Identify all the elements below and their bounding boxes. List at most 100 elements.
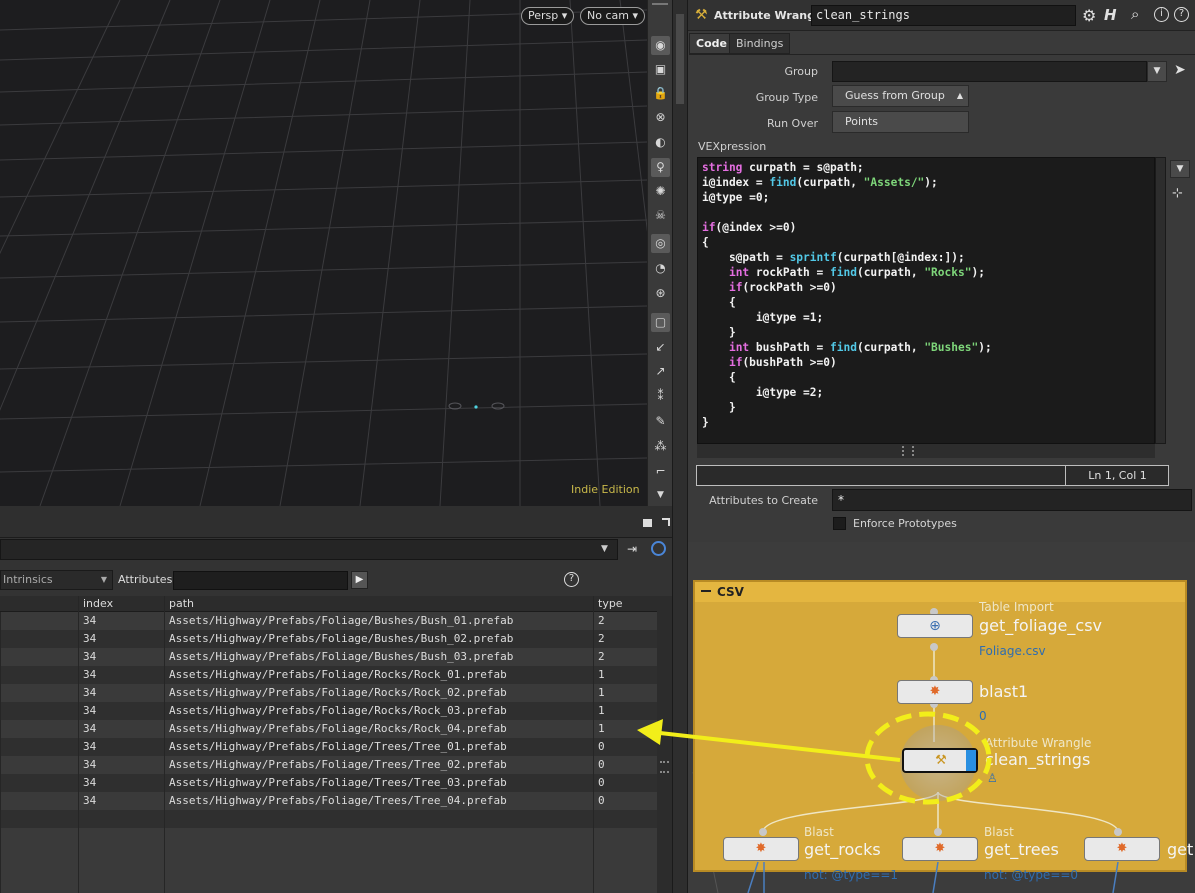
node-group-get-trees: not: @type==0: [984, 868, 1079, 882]
persp-menu-button[interactable]: Persp ▾: [521, 7, 575, 25]
intrinsics-select[interactable]: Intrinsics ▼: [0, 570, 113, 590]
ghost-icon[interactable]: ◎: [651, 234, 670, 253]
skull-icon[interactable]: ☠: [651, 206, 670, 225]
group-field[interactable]: [832, 61, 1147, 82]
code-menu-button[interactable]: ▼: [1170, 160, 1190, 178]
pane-menu-icon[interactable]: [662, 518, 670, 526]
table-row[interactable]: 34 Assets/Highway/Prefabs/Foliage/Bushes/…: [0, 630, 657, 648]
path-dropdown-icon[interactable]: ▼: [601, 544, 608, 554]
table-row[interactable]: 34 Assets/Highway/Prefabs/Foliage/Trees/T…: [0, 738, 657, 756]
code-scrollbar[interactable]: [1155, 157, 1166, 444]
cell-path: Assets/Highway/Prefabs/Foliage/Rocks/Roc…: [164, 684, 593, 702]
headlight-icon[interactable]: ✺: [651, 182, 670, 201]
corner-icon[interactable]: ⌐: [651, 462, 670, 481]
code-hscrollbar[interactable]: [697, 444, 1155, 458]
cell-type: 0: [593, 738, 657, 756]
node-get-rocks[interactable]: ✸: [723, 837, 799, 861]
link-icon[interactable]: [651, 541, 666, 556]
code-status-bar: Ln 1, Col 1: [696, 465, 1169, 486]
close-icon[interactable]: ⊗: [651, 108, 670, 127]
attributes-filter-label: Attributes:: [118, 573, 177, 586]
camera-icon[interactable]: ⊛: [651, 284, 670, 303]
column-header-type[interactable]: type: [593, 596, 657, 612]
node-name-input[interactable]: clean_strings: [811, 5, 1076, 26]
table-row[interactable]: 34 Assets/Highway/Prefabs/Foliage/Trees/T…: [0, 792, 657, 810]
group-type-select[interactable]: Guess from Group ▲: [832, 85, 969, 107]
point-display-icon[interactable]: ▢: [651, 313, 670, 332]
attributes-filter-input[interactable]: [173, 571, 348, 590]
point-numbers-icon[interactable]: ⁑: [651, 387, 670, 406]
scene-viewport[interactable]: Persp ▾ No cam ▾ Indie Edition: [0, 0, 647, 506]
help-icon[interactable]: ?: [564, 572, 579, 587]
node-path-field[interactable]: ▼: [0, 539, 618, 560]
cell-path: Assets/Highway/Prefabs/Foliage/Trees/Tre…: [164, 774, 593, 792]
pin-icon[interactable]: ⇥: [627, 542, 637, 556]
visibility-icon[interactable]: ◔: [651, 259, 670, 278]
pick-icon[interactable]: ↗: [651, 362, 670, 381]
table-row-empty: [0, 810, 657, 828]
blast-icon: ✸: [934, 841, 946, 856]
prim-numbers-icon[interactable]: ⁂: [651, 437, 670, 456]
node-name-get-trees[interactable]: get_trees: [984, 840, 1059, 859]
scroll-down-icon[interactable]: ▼: [651, 486, 670, 505]
attribute-menu-button[interactable]: ▶: [351, 571, 368, 589]
table-row[interactable]: 34 Assets/Highway/Prefabs/Foliage/Rocks/R…: [0, 702, 657, 720]
cursor-select-icon[interactable]: ➤: [1174, 62, 1186, 78]
cell-path: Assets/Highway/Prefabs/Foliage/Rocks/Roc…: [164, 702, 593, 720]
table-row[interactable]: 34 Assets/Highway/Prefabs/Foliage/Rocks/R…: [0, 720, 657, 738]
tab-bindings[interactable]: Bindings: [729, 33, 791, 54]
maximize-icon[interactable]: [643, 519, 652, 527]
enforce-prototypes-checkbox[interactable]: [833, 517, 846, 530]
houdini-help-icon[interactable]: H: [1104, 6, 1117, 24]
node-get-bushes[interactable]: ✸: [1084, 837, 1160, 861]
gear-icon[interactable]: ⚙: [1082, 6, 1096, 25]
light-icon[interactable]: ♀: [651, 158, 670, 177]
cell-index: 34: [78, 630, 164, 648]
column-header-path[interactable]: path: [164, 596, 593, 612]
group-dropdown-button[interactable]: ▼: [1147, 61, 1167, 82]
cell-type: 2: [593, 648, 657, 666]
table-row[interactable]: 34 Assets/Highway/Prefabs/Foliage/Bushes/…: [0, 612, 657, 630]
node-get-trees[interactable]: ✸: [902, 837, 978, 861]
table-row[interactable]: 34 Assets/Highway/Prefabs/Foliage/Trees/T…: [0, 774, 657, 792]
network-editor[interactable]: CSV Table Import ⊕ get_foliage_csv Folia…: [688, 542, 1195, 893]
attributes-to-create-field[interactable]: *: [832, 489, 1192, 511]
node-name-get-rocks[interactable]: get_rocks: [804, 840, 881, 859]
column-header-index[interactable]: index: [78, 596, 164, 612]
normals-icon[interactable]: ↙: [651, 338, 670, 357]
table-row[interactable]: 34 Assets/Highway/Prefabs/Foliage/Trees/T…: [0, 756, 657, 774]
cell-path: Assets/Highway/Prefabs/Foliage/Rocks/Roc…: [164, 720, 593, 738]
cell-index: 34: [78, 756, 164, 774]
vex-code-editor[interactable]: string curpath = s@path; i@index = find(…: [697, 157, 1155, 444]
lock-icon[interactable]: 🔒: [651, 84, 670, 103]
sheet-header-row: index path type: [0, 596, 657, 612]
cell-index: 34: [78, 648, 164, 666]
cell-type: 0: [593, 792, 657, 810]
sheet-scrollbar[interactable]: [657, 596, 672, 893]
vexpression-label: VEXpression: [698, 140, 767, 153]
cell-type: 1: [593, 666, 657, 684]
node-name-get-bushes[interactable]: get: [1167, 840, 1193, 859]
snapshot-icon[interactable]: ▣: [651, 60, 670, 79]
table-row[interactable]: 34 Assets/Highway/Prefabs/Foliage/Bushes/…: [0, 648, 657, 666]
cell-type: 1: [593, 702, 657, 720]
pane-divider[interactable]: [672, 0, 688, 893]
channel-add-icon[interactable]: ⊹: [1172, 186, 1183, 201]
cell-index: 34: [78, 720, 164, 738]
cell-index: 34: [78, 774, 164, 792]
cell-path: Assets/Highway/Prefabs/Foliage/Bushes/Bu…: [164, 630, 593, 648]
brush-icon[interactable]: ✎: [651, 412, 670, 431]
shading-icon[interactable]: ◐: [651, 133, 670, 152]
info-icon[interactable]: i: [1154, 7, 1169, 22]
search-icon[interactable]: ⌕: [1131, 5, 1139, 23]
cell-index: 34: [78, 738, 164, 756]
run-over-select[interactable]: Points: [832, 111, 969, 133]
viewport-grid: [0, 0, 647, 506]
camera-menu-button[interactable]: No cam ▾: [580, 7, 645, 25]
cell-index: 34: [78, 684, 164, 702]
display-options-icon[interactable]: ◉: [651, 36, 670, 55]
help-icon[interactable]: ?: [1174, 7, 1189, 22]
tab-code[interactable]: Code: [689, 33, 734, 54]
table-row[interactable]: 34 Assets/Highway/Prefabs/Foliage/Rocks/R…: [0, 684, 657, 702]
table-row[interactable]: 34 Assets/Highway/Prefabs/Foliage/Rocks/R…: [0, 666, 657, 684]
